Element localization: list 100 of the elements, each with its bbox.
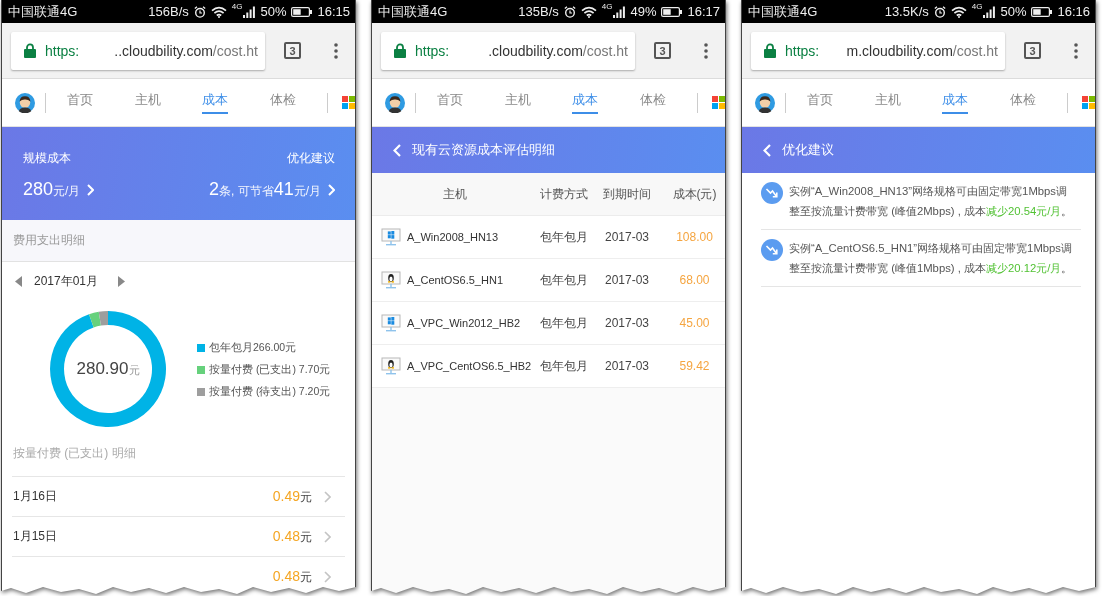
signal-icon	[983, 5, 996, 18]
tab-count-button[interactable]: 3	[654, 42, 671, 59]
alarm-icon	[563, 5, 576, 18]
table-cell-text: 包年包月	[539, 228, 588, 246]
nav-tab[interactable]: 成本	[572, 93, 599, 114]
tab-count-button[interactable]: 3	[1024, 42, 1041, 59]
column-header: 成本(元)	[671, 185, 717, 203]
signal-icon	[613, 5, 626, 18]
trend-down-icon	[761, 182, 783, 204]
tab-count-button[interactable]: 3	[284, 42, 301, 59]
battery-percent: 49%	[630, 4, 657, 19]
expense-row[interactable]: 1月16日 0.49元	[12, 476, 345, 516]
cost-cell-text: 108.00	[675, 230, 713, 244]
column-header: 主机	[443, 185, 467, 203]
nav-tab[interactable]: 主机	[874, 93, 901, 114]
row-amount: 0.48元	[272, 527, 312, 546]
lock-icon	[764, 43, 776, 58]
nav-tab[interactable]: 主机	[134, 93, 161, 114]
url-address: .cloudbility.com/cost.ht	[488, 42, 628, 59]
nav-tab[interactable]: 成本	[942, 93, 969, 114]
page-title: 优化建议	[782, 141, 834, 159]
row-amount: 0.49元	[272, 487, 312, 506]
url-scheme: https:	[415, 42, 450, 59]
nav-tab[interactable]: 成本	[202, 93, 229, 114]
nav-tab[interactable]: 体检	[270, 93, 297, 114]
nav-tab[interactable]: 体检	[1010, 93, 1037, 114]
summary-label: 规模成本	[23, 150, 71, 166]
summary-value[interactable]: 2条, 可节省41元/月	[208, 178, 321, 202]
url-field[interactable]: https: ..cloudbility.com/cost.ht	[11, 31, 265, 70]
back-icon[interactable]	[393, 143, 401, 157]
table-cell: 2017-03	[604, 230, 649, 244]
nav-tab[interactable]: 首页	[66, 93, 93, 114]
host-name: A_VPC_CentOS6.5_HB2	[407, 360, 532, 372]
avatar-icon[interactable]	[385, 92, 405, 113]
legend-label: 包年包月266.00元	[209, 341, 297, 355]
wifi-icon	[950, 5, 967, 18]
menu-icon[interactable]	[1074, 42, 1078, 59]
detail-title: 按量付费 (已支出) 明细	[12, 445, 136, 462]
network-type-label: 4G	[231, 2, 243, 11]
cost-cell-text: 59.42	[678, 359, 710, 373]
table-cell: 2017-03	[604, 273, 649, 287]
host-name: A_CentOS6.5_HN1	[407, 274, 503, 286]
summary-value[interactable]: 280元/月	[23, 178, 81, 202]
network-speed: 13.5K/s	[884, 4, 929, 19]
network-type-label: 4G	[971, 2, 983, 11]
network-speed: 156B/s	[148, 4, 189, 19]
monitor-penguin-icon	[381, 271, 401, 289]
grid-icon[interactable]	[1082, 96, 1095, 109]
avatar-icon[interactable]	[15, 92, 35, 113]
clock-time: 16:17	[687, 4, 720, 19]
expense-row[interactable]: 0.48元	[12, 556, 345, 594]
url-field[interactable]: https: .cloudbility.com/cost.ht	[381, 31, 635, 70]
battery-icon	[661, 6, 683, 17]
back-icon[interactable]	[763, 143, 771, 157]
signal-icon	[243, 5, 256, 18]
clock-time: 16:16	[1057, 4, 1090, 19]
nav-tab[interactable]: 体检	[640, 93, 667, 114]
alarm-icon	[933, 5, 946, 18]
nav-tab[interactable]: 首页	[436, 93, 463, 114]
cost-cell-text: 68.00	[678, 273, 710, 287]
host-name: A_VPC_Win2012_HB2	[407, 317, 521, 329]
trend-down-icon	[761, 239, 783, 261]
table-cell: 2017-03	[604, 316, 649, 330]
column-header: 计费方式	[539, 185, 588, 203]
carrier-name: 中国联通4G	[8, 2, 78, 21]
battery-icon	[291, 6, 313, 17]
caret-right-icon[interactable]	[118, 275, 126, 287]
total-amount: 280.90元	[76, 359, 140, 379]
url-field[interactable]: https: m.cloudbility.com/cost.ht	[751, 31, 1005, 70]
battery-icon	[1031, 6, 1053, 17]
avatar-icon[interactable]	[755, 92, 775, 113]
suggestion-text: 实例“A_CentOS6.5_HN1”网络规格可由固定带宽1Mbps调整至按流量计费带宽 (峰值1Mbps) , 成本减少20.12元/月。	[789, 241, 1074, 276]
grid-icon[interactable]	[712, 96, 725, 109]
cost-cell-text: 45.00	[678, 316, 710, 330]
alarm-icon	[193, 5, 206, 18]
nav-tab[interactable]: 主机	[504, 93, 531, 114]
host-name: A_Win2008_HN13	[407, 231, 499, 243]
carrier-name: 中国联通4G	[748, 2, 818, 21]
caret-left-icon[interactable]	[15, 275, 22, 287]
row-date: 1月16日	[13, 488, 58, 505]
clock-time: 16:15	[317, 4, 350, 19]
column-header: 到期时间	[603, 185, 651, 203]
wifi-icon	[580, 5, 597, 18]
menu-icon[interactable]	[704, 42, 708, 59]
url-address: ..cloudbility.com/cost.ht	[114, 42, 258, 59]
nav-tab[interactable]: 首页	[806, 93, 833, 114]
wifi-icon	[210, 5, 227, 18]
row-date: 1月15日	[13, 528, 58, 545]
table-cell-text: 包年包月	[539, 314, 588, 332]
expense-row[interactable]: 1月15日 0.48元	[12, 516, 345, 556]
lock-icon	[394, 43, 406, 58]
monitor-tiles-icon	[381, 314, 401, 332]
url-address: m.cloudbility.com/cost.ht	[846, 42, 998, 59]
grid-icon[interactable]	[342, 96, 355, 109]
monitor-tiles-icon	[381, 228, 401, 246]
legend-label: 按量付费 (已支出) 7.70元	[209, 363, 331, 377]
table-cell: 2017-03	[604, 359, 649, 373]
month-label: 2017年01月	[34, 272, 99, 290]
menu-icon[interactable]	[334, 42, 338, 59]
network-speed: 135B/s	[518, 4, 559, 19]
